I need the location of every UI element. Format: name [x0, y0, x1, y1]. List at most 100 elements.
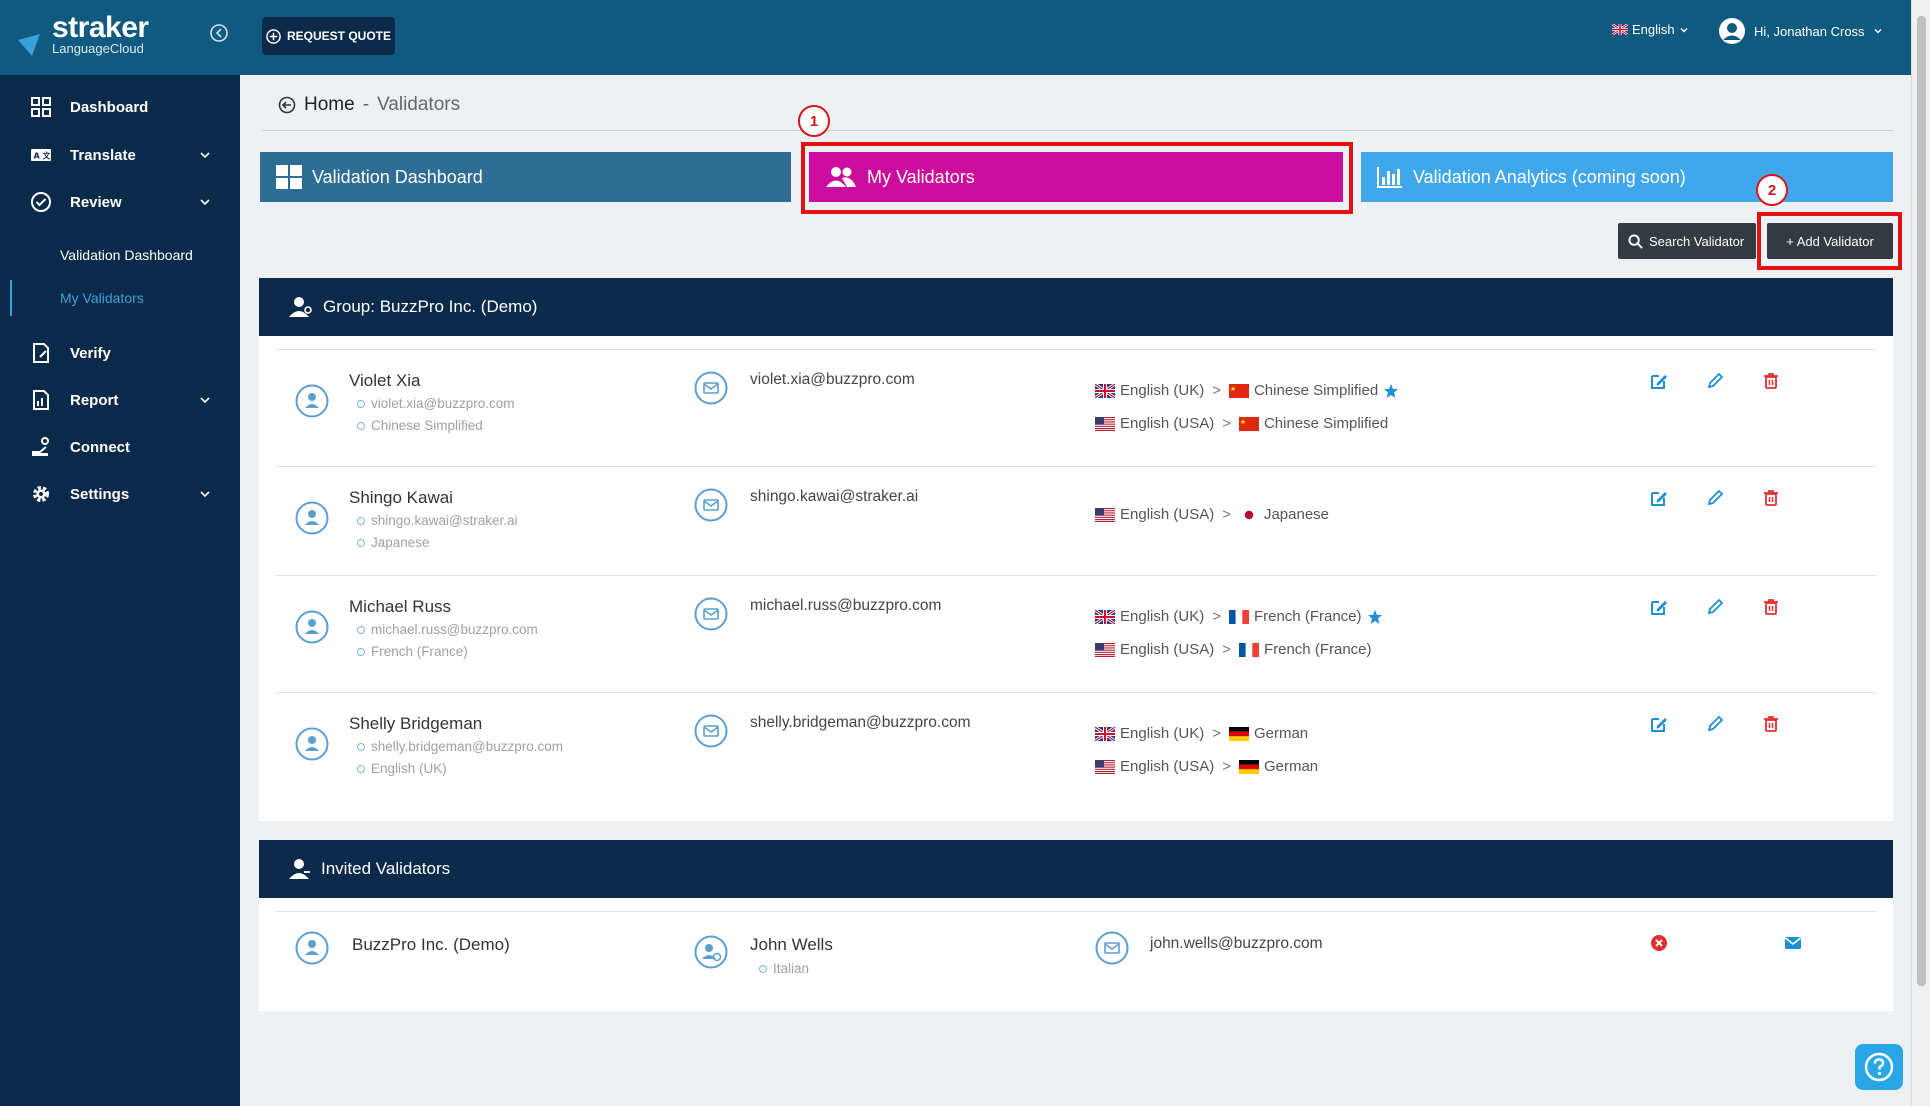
tab-validation-analytics[interactable]: Validation Analytics (coming soon)	[1361, 152, 1893, 202]
arrow-separator: >	[1222, 506, 1231, 523]
validator-avatar-icon	[295, 384, 329, 418]
sidebar-item-label: Connect	[70, 438, 130, 456]
sidebar-subitem-label: Validation Dashboard	[60, 247, 193, 263]
trash-icon[interactable]	[1761, 371, 1781, 391]
star-icon	[1384, 383, 1399, 398]
sidebar-item-settings[interactable]: Settings	[0, 474, 240, 514]
bar-chart-icon	[1377, 167, 1402, 188]
user-menu[interactable]: Hi, Jonathan Cross	[1718, 17, 1883, 45]
validator-sub-email: shingo.kawai@straker.ai	[357, 513, 518, 528]
sidebar-subitem-validation-dashboard[interactable]: Validation Dashboard	[0, 237, 240, 273]
search-icon	[1628, 233, 1643, 249]
scrollbar-thumb[interactable]	[1917, 16, 1926, 986]
windows-grid-icon	[276, 165, 302, 189]
validator-row: Shingo Kawai shingo.kawai@straker.ai Jap…	[259, 466, 1893, 575]
invitee-language: Italian	[759, 961, 809, 976]
sidebar-item-verify[interactable]: Verify	[0, 333, 240, 373]
chevron-down-icon	[200, 397, 210, 404]
germany-flag-icon	[1228, 726, 1249, 741]
sidebar-subitem-my-validators[interactable]: My Validators	[0, 280, 240, 316]
edit-icon[interactable]	[1649, 488, 1669, 508]
chevron-down-icon	[200, 199, 210, 206]
sidebar-item-connect[interactable]: Connect	[0, 427, 240, 467]
chevron-down-icon	[1680, 27, 1688, 32]
search-validator-label: Search Validator	[1649, 233, 1745, 249]
language-pair: English (USA) > German	[1095, 758, 1318, 775]
validator-sub-language: Chinese Simplified	[357, 418, 483, 433]
language-selector[interactable]: English	[1612, 22, 1689, 37]
back-arrow-icon[interactable]	[278, 96, 296, 114]
top-bar: straker LanguageCloud REQUEST QUOTE Engl…	[0, 0, 1911, 75]
group-user-icon	[289, 297, 312, 317]
cancel-invite-icon[interactable]	[1649, 933, 1669, 953]
validator-avatar-icon	[295, 610, 329, 644]
pencil-icon[interactable]	[1705, 488, 1725, 508]
chevron-down-icon	[200, 152, 210, 159]
source-language: English (UK)	[1120, 608, 1205, 625]
pencil-icon[interactable]	[1705, 371, 1725, 391]
pencil-icon[interactable]	[1705, 714, 1725, 734]
source-language: English (USA)	[1120, 641, 1215, 658]
highlight-box-my-validators	[801, 142, 1353, 214]
collapse-sidebar-icon[interactable]	[208, 22, 230, 44]
trash-icon[interactable]	[1761, 714, 1781, 734]
edit-icon[interactable]	[1649, 371, 1669, 391]
invited-row: BuzzPro Inc. (Demo) John Wells Italian j…	[259, 911, 1893, 1011]
validator-row: Shelly Bridgeman shelly.bridgeman@buzzpr…	[259, 692, 1893, 809]
edit-icon[interactable]	[1649, 714, 1669, 734]
svg-text:文: 文	[43, 151, 52, 161]
validator-email: shelly.bridgeman@buzzpro.com	[750, 714, 971, 731]
question-icon	[1864, 1052, 1894, 1082]
sidebar-item-translate[interactable]: A文 Translate	[0, 135, 240, 175]
email-icon	[694, 488, 728, 522]
user-avatar-icon	[1719, 18, 1745, 44]
language-pair: English (USA) > Chinese Simplified	[1095, 415, 1388, 432]
invited-panel-header: Invited Validators	[259, 840, 1893, 898]
logo-main: straker	[52, 11, 149, 44]
sidebar: Dashboard A文 Translate Review Validation…	[0, 75, 240, 1106]
arrow-separator: >	[1212, 382, 1221, 399]
resend-invite-icon[interactable]	[1783, 933, 1803, 953]
validator-name: Shingo Kawai	[349, 488, 453, 507]
sidebar-item-label: Verify	[70, 344, 111, 362]
validator-row: Violet Xia violet.xia@buzzpro.com Chines…	[259, 349, 1893, 466]
pencil-icon[interactable]	[1705, 597, 1725, 617]
scrollbar[interactable]	[1911, 0, 1930, 1106]
validator-sub-language: French (France)	[357, 644, 468, 659]
validator-name: Michael Russ	[349, 597, 452, 616]
tab-validation-dashboard[interactable]: Validation Dashboard	[260, 152, 791, 202]
sidebar-item-label: Dashboard	[70, 98, 149, 116]
request-quote-label: REQUEST QUOTE	[286, 29, 391, 43]
group-avatar-icon	[295, 931, 329, 965]
sidebar-item-review[interactable]: Review	[0, 182, 240, 222]
help-button[interactable]	[1855, 1044, 1903, 1090]
breadcrumb-current: Validators	[377, 94, 461, 115]
trash-icon[interactable]	[1761, 597, 1781, 617]
request-quote-button[interactable]: REQUEST QUOTE	[262, 17, 395, 55]
source-language: English (UK)	[1120, 382, 1205, 399]
france-flag-icon	[1238, 642, 1259, 657]
logo[interactable]: straker LanguageCloud	[18, 11, 149, 56]
trash-icon[interactable]	[1761, 488, 1781, 508]
divider	[262, 130, 1893, 131]
svg-text:A: A	[34, 152, 41, 161]
breadcrumb-home[interactable]: Home	[304, 94, 355, 116]
arrow-separator: >	[1222, 641, 1231, 658]
sidebar-subitem-label: My Validators	[60, 290, 144, 306]
add-validator-button[interactable]: + Add Validator	[1767, 223, 1893, 259]
grid-icon	[31, 97, 51, 117]
translate-icon: A文	[31, 149, 52, 161]
step-marker-2: 2	[1756, 174, 1788, 206]
edit-icon[interactable]	[1649, 597, 1669, 617]
add-validator-label: + Add Validator	[1786, 233, 1874, 249]
validator-sub-email: violet.xia@buzzpro.com	[357, 396, 515, 411]
sidebar-item-dashboard[interactable]: Dashboard	[0, 87, 240, 127]
email-icon	[694, 371, 728, 405]
sidebar-item-report[interactable]: Report	[0, 380, 240, 420]
email-icon	[694, 714, 728, 748]
search-validator-button[interactable]: Search Validator	[1618, 223, 1756, 259]
validator-row: Michael Russ michael.russ@buzzpro.com Fr…	[259, 575, 1893, 692]
source-language: English (USA)	[1120, 506, 1215, 523]
email-icon	[1095, 931, 1129, 965]
invitee-email: john.wells@buzzpro.com	[1150, 935, 1323, 952]
